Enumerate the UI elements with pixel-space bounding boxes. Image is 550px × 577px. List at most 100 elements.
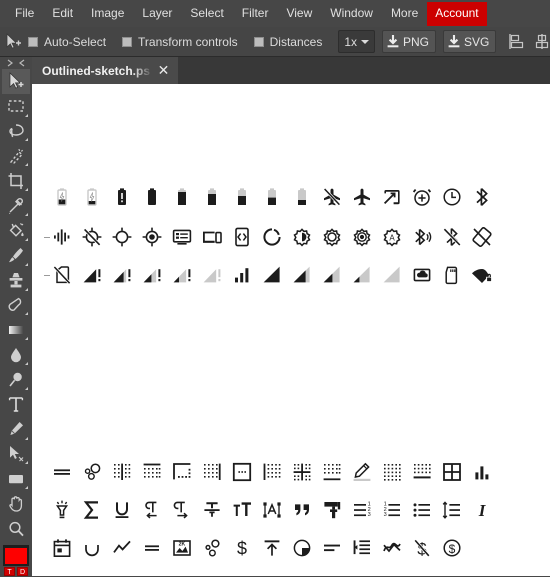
developer-mode-icon[interactable] <box>227 222 257 252</box>
battery-60-icon[interactable] <box>227 182 257 212</box>
signal-cellular-no-sim-icon[interactable] <box>47 260 77 290</box>
devices-icon[interactable] <box>197 222 227 252</box>
publish-icon[interactable] <box>257 533 287 563</box>
insert-invitation-icon[interactable] <box>47 533 77 563</box>
close-icon[interactable]: ✕ <box>157 63 170 77</box>
dvr-icon[interactable] <box>167 222 197 252</box>
transform-controls-checkbox[interactable]: Transform controls <box>122 35 238 49</box>
format-size-icon[interactable] <box>227 495 257 525</box>
attach-money-icon[interactable]: $ <box>227 533 257 563</box>
alarm-add-icon[interactable] <box>407 182 437 212</box>
bluetooth-audio-icon[interactable] <box>407 222 437 252</box>
foreground-color[interactable] <box>5 547 27 564</box>
functions-icon[interactable] <box>77 495 107 525</box>
swatch-mini-right[interactable]: D <box>17 567 28 577</box>
auto-select-checkbox-box[interactable] <box>28 36 38 47</box>
battery-charging-30-icon[interactable] <box>77 182 107 212</box>
battery-charging-20-icon[interactable] <box>47 182 77 212</box>
data-usage-icon[interactable] <box>257 222 287 252</box>
border-inner-icon[interactable] <box>287 457 317 487</box>
auto-select-checkbox[interactable]: Auto-Select <box>28 35 106 49</box>
highlight-icon[interactable] <box>47 495 77 525</box>
export-png-button[interactable]: PNG <box>382 30 437 53</box>
lasso-tool[interactable] <box>2 119 30 144</box>
format-list-numbered-icon[interactable]: 123 <box>377 495 407 525</box>
bluetooth-disabled-icon[interactable] <box>437 222 467 252</box>
bar-chart-icon[interactable] <box>467 457 497 487</box>
location-disabled-icon[interactable] <box>77 222 107 252</box>
menu-layer[interactable]: Layer <box>133 2 181 26</box>
screen-rotation-icon[interactable] <box>467 222 497 252</box>
dodge-tool[interactable] <box>2 367 30 392</box>
insert-link-icon[interactable] <box>197 533 227 563</box>
insert-comment-icon[interactable] <box>137 533 167 563</box>
rectangular-marquee-tool[interactable] <box>2 94 30 119</box>
insert-chart-outlined-icon[interactable] <box>107 533 137 563</box>
battery-80-icon[interactable] <box>197 182 227 212</box>
battery-90-icon[interactable] <box>167 182 197 212</box>
brightness-low-icon[interactable] <box>347 222 377 252</box>
signal-cellular-4-bar-icon[interactable] <box>257 260 287 290</box>
hand-tool[interactable] <box>2 491 30 516</box>
transform-controls-checkbox-box[interactable] <box>122 36 133 47</box>
border-top-icon[interactable] <box>137 457 167 487</box>
battery-30-icon[interactable] <box>287 182 317 212</box>
grid-on-icon[interactable] <box>437 457 467 487</box>
swatch-mini-left[interactable]: T <box>4 567 15 577</box>
clone-stamp-tool[interactable] <box>2 268 30 293</box>
gradient-tool[interactable] <box>2 317 30 342</box>
format-textdirection-l-to-r-icon[interactable] <box>167 495 197 525</box>
border-left-icon[interactable] <box>257 457 287 487</box>
format-line-spacing-icon[interactable] <box>437 495 467 525</box>
border-style-icon[interactable] <box>167 457 197 487</box>
type-tool[interactable] <box>2 392 30 417</box>
canvas-viewport[interactable]: A 1 2 3 1 2 3 I 2K $ $ <box>32 84 550 576</box>
signal-cellular-connected-2-icon[interactable] <box>137 260 167 290</box>
menu-image[interactable]: Image <box>82 2 133 26</box>
gps-not-fixed-icon[interactable] <box>107 222 137 252</box>
brightness-auto-icon[interactable]: A <box>377 222 407 252</box>
border-right-icon[interactable] <box>197 457 227 487</box>
distances-checkbox[interactable]: Distances <box>253 35 322 49</box>
format-strikethrough-icon[interactable] <box>197 495 227 525</box>
pen-tool[interactable] <box>2 417 30 442</box>
crop-tool[interactable] <box>2 168 30 193</box>
brush-tool[interactable] <box>2 243 30 268</box>
blur-tool[interactable] <box>2 342 30 367</box>
signal-cellular-3-bar-icon[interactable] <box>287 260 317 290</box>
format-quote-icon[interactable] <box>287 495 317 525</box>
brightness-high-icon[interactable] <box>317 222 347 252</box>
paint-bucket-tool[interactable] <box>2 218 30 243</box>
menu-filter[interactable]: Filter <box>233 2 278 26</box>
align-center-horizontal-button[interactable] <box>529 29 550 55</box>
border-horizontal-icon[interactable] <box>47 457 77 487</box>
foreground-color-swatch[interactable] <box>3 544 29 567</box>
signal-cellular-connected-0-icon[interactable] <box>197 260 227 290</box>
battery-50-icon[interactable] <box>257 182 287 212</box>
access-time-icon[interactable] <box>437 182 467 212</box>
format-shapes-icon[interactable] <box>257 495 287 525</box>
border-clear-icon[interactable] <box>407 457 437 487</box>
border-outer-icon[interactable] <box>227 457 257 487</box>
signal-cellular-alt-icon[interactable] <box>227 260 257 290</box>
insert-photo-icon[interactable]: 2K <box>167 533 197 563</box>
zoom-select[interactable]: 1x <box>338 30 376 53</box>
menu-view[interactable]: View <box>277 2 321 26</box>
signal-cellular-connected-3-icon[interactable] <box>107 260 137 290</box>
menu-more[interactable]: More <box>382 2 427 26</box>
tab-outlined-sketch[interactable]: Outlined-sketch.psd ✕ <box>32 57 178 84</box>
format-indent-increase-icon[interactable] <box>347 533 377 563</box>
menu-edit[interactable]: Edit <box>43 2 82 26</box>
cloud-queue-icon[interactable] <box>407 260 437 290</box>
distances-checkbox-box[interactable] <box>253 36 264 47</box>
eraser-tool[interactable] <box>2 293 30 318</box>
brightness-medium-icon[interactable] <box>287 222 317 252</box>
cast-connected-icon[interactable] <box>377 182 407 212</box>
notes-icon[interactable] <box>317 533 347 563</box>
menu-file[interactable]: File <box>6 2 43 26</box>
airplanemode-active-icon[interactable] <box>347 182 377 212</box>
menu-account[interactable]: Account <box>427 1 487 26</box>
multiline-chart-icon[interactable] <box>377 533 407 563</box>
bluetooth-icon[interactable] <box>467 182 497 212</box>
move-tool[interactable] <box>2 68 30 94</box>
